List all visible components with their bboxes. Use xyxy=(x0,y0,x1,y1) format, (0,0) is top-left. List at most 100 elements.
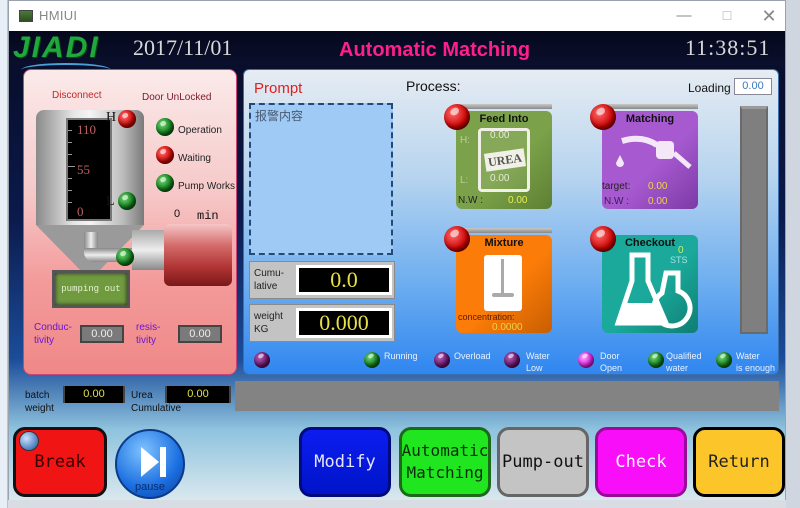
mixer-tank-icon xyxy=(484,255,522,311)
pump-works-label: Pump Works xyxy=(178,181,236,192)
loading-value: 0.00 xyxy=(734,78,772,95)
matching-lamp xyxy=(590,104,616,130)
high-level-label: H xyxy=(106,110,117,125)
qualified-water-lamp xyxy=(648,352,664,368)
target-value: 0.00 xyxy=(648,181,668,192)
batch-weight-value: 0.00 xyxy=(63,386,125,403)
minimize-button[interactable]: — xyxy=(669,5,699,27)
mixture-tile-shelf xyxy=(460,228,552,233)
qualified-water-label-2: water xyxy=(666,363,689,373)
connection-status: Disconnect xyxy=(52,90,102,101)
waiting-lamp xyxy=(156,146,174,164)
pump-lamp xyxy=(116,248,134,266)
overload-lamp xyxy=(434,352,450,368)
weight-value: 0.000 xyxy=(296,308,392,338)
cumulative-readout: Cumu- lative 0.0 xyxy=(249,261,395,299)
mixture-title: Mixture xyxy=(484,237,524,249)
conductivity-label: Conduc- tivity xyxy=(34,321,72,347)
header: JIADI 2017/11/01 Automatic Matching 11:3… xyxy=(9,31,785,65)
checkout-tile[interactable]: Checkout 0 STS xyxy=(602,235,698,333)
check-button[interactable]: Check xyxy=(595,427,687,497)
feed-into-tile[interactable]: UREA Feed Into H: 0.00 L: 0.00 N.W : 0.0… xyxy=(456,111,552,209)
weight-readout: weight KG 0.000 xyxy=(249,304,395,342)
date-display: 2017/11/01 xyxy=(133,35,233,60)
matching-nw-value: 0.00 xyxy=(648,196,668,207)
mixture-tile[interactable]: Mixture concentration: 0.0000 xyxy=(456,235,552,333)
automatic-matching-label-2: Matching xyxy=(406,463,484,482)
water-low-label-2: Low xyxy=(526,363,543,373)
feed-h-value: 0.00 xyxy=(490,130,510,141)
clock-display: 11:38:51 xyxy=(685,35,771,60)
conductivity-label-1: Conduc- xyxy=(34,322,72,333)
water-enough-lamp xyxy=(716,352,732,368)
overload-label: Overload xyxy=(454,351,491,361)
door-open-lamp xyxy=(578,352,594,368)
pause-label: pause xyxy=(135,481,165,493)
automatic-matching-label-1: Automatic xyxy=(401,441,489,460)
feed-tile-shelf xyxy=(460,104,552,109)
urea-bag-label: UREA xyxy=(483,148,527,172)
loading-label: Loading xyxy=(688,81,731,95)
cumulative-label-1: Cumu- xyxy=(254,268,285,279)
automatic-matching-button[interactable]: Automatic Matching xyxy=(399,427,491,497)
close-button[interactable]: ✕ xyxy=(754,5,784,27)
gauge-min: 0 xyxy=(77,204,84,219)
pause-button[interactable]: pause xyxy=(115,429,185,499)
water-low-label-1: Water xyxy=(526,351,550,361)
cumulative-label: Cumu- lative xyxy=(254,267,284,293)
feed-into-lamp xyxy=(444,104,470,130)
window-title: HMIUI xyxy=(39,8,78,23)
pump-body xyxy=(132,230,168,270)
title-bar: HMIUI — ☐ ✕ xyxy=(9,1,785,31)
operation-lamp xyxy=(156,118,174,136)
cumulative-label-2: lative xyxy=(254,281,278,292)
gauge-max: 110 xyxy=(77,122,97,137)
page-title: Automatic Matching xyxy=(339,39,531,61)
high-level-lamp xyxy=(118,110,136,128)
door-status: Door UnLocked xyxy=(142,92,212,103)
process-panel: Prompt 报警内容 Cumu- lative 0.0 weight KG 0… xyxy=(243,69,779,375)
pump-status-display: pumping out xyxy=(52,270,130,308)
operation-label: Operation xyxy=(178,125,222,136)
batch-weight-label-2: weight xyxy=(25,403,54,414)
waiting-label: Waiting xyxy=(178,153,211,164)
fuel-nozzle-icon xyxy=(616,135,692,169)
running-label: Running xyxy=(384,351,418,361)
weight-label-1: weight xyxy=(254,311,283,322)
pump-out-button[interactable]: Pump-out xyxy=(497,427,589,497)
return-button[interactable]: Return xyxy=(693,427,785,497)
automatic-matching-label: Automatic Matching xyxy=(402,440,489,484)
door-open-label-2: Open xyxy=(600,363,623,373)
feed-nw-label: N.W : xyxy=(458,195,483,206)
resistivity-label: resis- tivity xyxy=(136,321,160,347)
matching-tile[interactable]: Matching target: 0.00 N.W : 0.00 xyxy=(602,111,698,209)
feed-h-label: H: xyxy=(460,135,470,146)
hmi-window: HMIUI — ☐ ✕ JIADI 2017/11/01 Automatic M… xyxy=(8,0,786,500)
pump-works-lamp xyxy=(156,174,174,192)
pump-motor xyxy=(164,224,232,286)
concentration-value: 0.0000 xyxy=(492,322,523,333)
background-desktop-edge xyxy=(0,0,8,508)
maximize-button[interactable]: ☐ xyxy=(712,5,742,27)
modify-button[interactable]: Modify xyxy=(299,427,391,497)
water-low-lamp xyxy=(504,352,520,368)
app-icon xyxy=(19,10,33,22)
batch-weight-label-1: batch xyxy=(25,390,50,401)
checkout-lamp xyxy=(590,226,616,252)
resistivity-label-1: resis- xyxy=(136,322,161,333)
water-enough-label: Water is enough xyxy=(736,350,775,374)
weight-label-2: KG xyxy=(254,324,269,335)
process-title: Process: xyxy=(406,78,461,94)
play-pause-icon xyxy=(141,447,159,477)
batch-weight-label: batch weight xyxy=(25,389,54,415)
feed-into-title: Feed Into xyxy=(479,113,529,125)
door-open-label: Door Open xyxy=(600,350,622,374)
feed-nw-value: 0.00 xyxy=(508,195,528,206)
urea-cumulative-label-2: Cumulative xyxy=(131,403,182,414)
tank-pump-panel: Disconnect Door UnLocked 110 55 0 H L Op… xyxy=(23,69,237,375)
matching-title: Matching xyxy=(625,113,675,125)
prompt-title: Prompt xyxy=(254,80,303,97)
timer-value: 0 xyxy=(174,208,181,220)
break-indicator-icon xyxy=(19,431,39,451)
weight-label: weight KG xyxy=(254,310,283,336)
